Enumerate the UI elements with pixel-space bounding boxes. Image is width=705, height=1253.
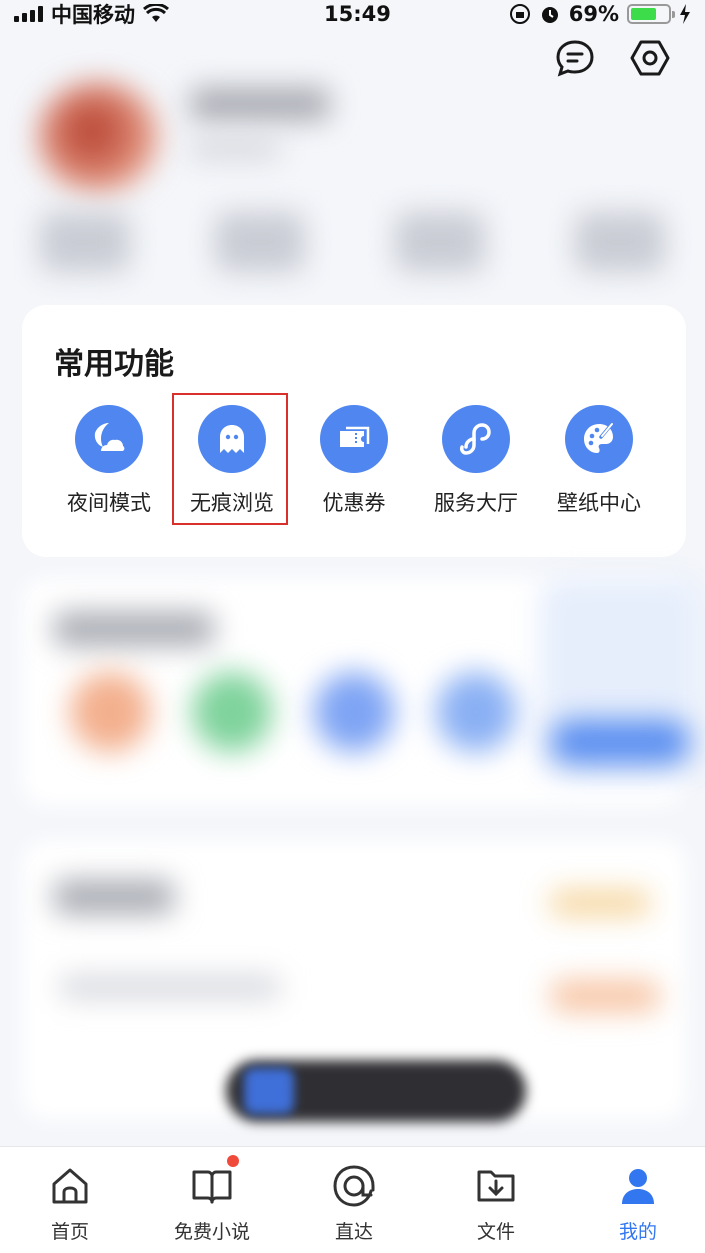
nav-direct[interactable]: 直达 (294, 1163, 414, 1247)
mini-program-icon (442, 405, 510, 473)
profile-icon (615, 1163, 661, 1209)
blurred-icon[interactable] (314, 672, 394, 752)
blurred-icon[interactable] (436, 672, 516, 752)
nav-label: 我的 (618, 1221, 657, 1243)
user-subtitle-blurred (190, 140, 280, 158)
wifi-icon (143, 4, 169, 22)
highlight-annotation (172, 393, 288, 525)
night-mode-icon (75, 405, 143, 473)
stat-blurred[interactable] (575, 212, 665, 272)
clock: 15:49 (324, 2, 391, 26)
nav-label: 免费小说 (173, 1221, 250, 1243)
file-download-icon (473, 1163, 519, 1209)
coupon-icon (320, 405, 388, 473)
message-button[interactable] (555, 38, 595, 78)
blurred-heading (54, 880, 174, 914)
func-night-mode[interactable]: 夜间模式 (48, 405, 170, 525)
func-label: 服务大厅 (434, 491, 518, 515)
status-left: 中国移动 (14, 0, 169, 29)
settings-button[interactable] (630, 38, 670, 78)
hexagon-settings-icon (630, 40, 670, 76)
battery-fill (631, 8, 656, 20)
blurred-line (60, 976, 280, 998)
blurred-icon[interactable] (192, 672, 272, 752)
username-blurred (190, 88, 330, 120)
avatar[interactable] (38, 82, 158, 192)
alarm-icon (541, 7, 558, 23)
status-bar: 中国移动 15:49 69% (0, 0, 705, 28)
rotation-lock-icon (509, 4, 530, 24)
func-label: 壁纸中心 (557, 491, 641, 515)
nav-label: 文件 (476, 1221, 515, 1243)
signal-icon (14, 6, 43, 22)
nav-files[interactable]: 文件 (436, 1163, 556, 1247)
stat-blurred[interactable] (40, 212, 130, 272)
func-coupon[interactable]: 优惠券 (293, 405, 415, 525)
stat-blurred[interactable] (215, 212, 305, 272)
charging-icon (680, 4, 690, 24)
bottom-nav: 首页 免费小说 直达 文件 我的 (0, 1146, 705, 1253)
carrier-label: 中国移动 (51, 3, 135, 27)
at-direct-icon (331, 1163, 377, 1209)
nav-label: 直达 (334, 1221, 373, 1243)
palette-icon (565, 405, 633, 473)
home-icon (47, 1163, 93, 1209)
func-label: 夜间模式 (67, 491, 151, 515)
func-service-hall[interactable]: 服务大厅 (415, 405, 537, 525)
blurred-tag (550, 980, 660, 1012)
blurred-heading (54, 612, 214, 646)
blurred-banner-button[interactable] (550, 720, 690, 764)
common-functions-card: 常用功能 夜间模式 无痕浏览 优惠券 服务大厅 壁纸中心 (22, 305, 686, 557)
book-icon (189, 1155, 239, 1209)
blurred-icon[interactable] (70, 672, 150, 752)
stat-blurred[interactable] (395, 212, 485, 272)
notification-dot (227, 1155, 239, 1167)
nav-label: 首页 (50, 1221, 89, 1243)
func-wallpaper[interactable]: 壁纸中心 (538, 405, 660, 525)
battery-percent: 69% (568, 2, 619, 26)
section-title: 常用功能 (54, 347, 174, 382)
toast-icon-blurred (244, 1068, 294, 1114)
battery-icon (627, 4, 675, 24)
message-icon (556, 40, 594, 77)
nav-free-novels[interactable]: 免费小说 (152, 1155, 272, 1247)
func-label: 优惠券 (322, 491, 386, 515)
nav-mine[interactable]: 我的 (578, 1163, 698, 1247)
status-right: 69% (509, 2, 691, 26)
nav-home[interactable]: 首页 (10, 1163, 130, 1247)
blurred-tag (550, 890, 650, 916)
